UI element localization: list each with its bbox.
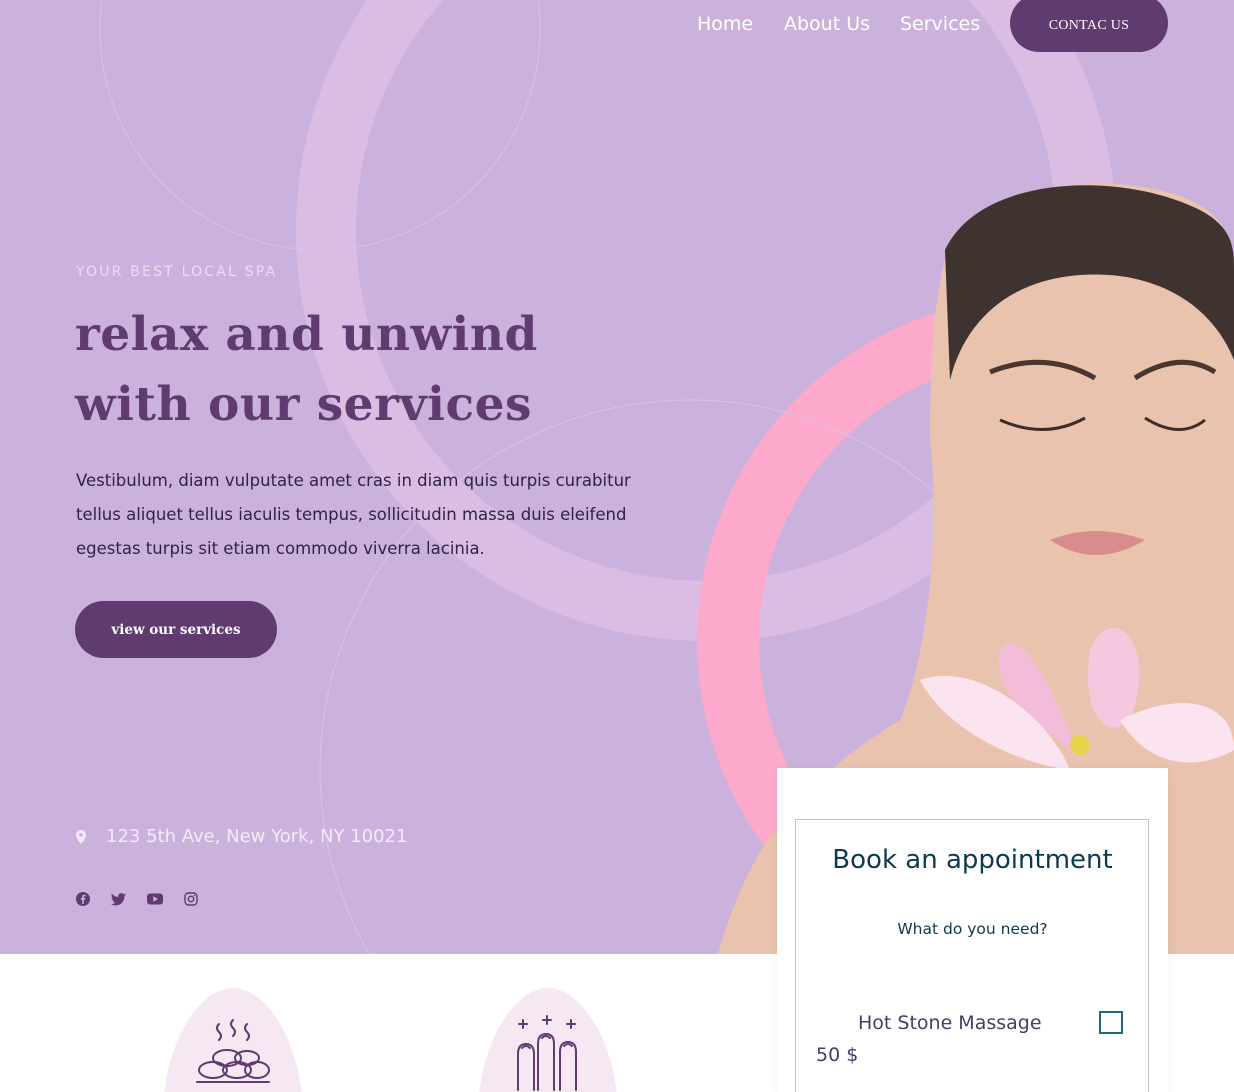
service-price: 50 $ bbox=[816, 1044, 859, 1066]
booking-subtitle: What do you need? bbox=[897, 920, 1048, 938]
manicure-icon bbox=[479, 988, 617, 1092]
instagram-icon[interactable] bbox=[183, 891, 199, 907]
service-checkbox[interactable] bbox=[1099, 1011, 1123, 1034]
address-row: 123 5th Ave, New York, NY 10021 bbox=[76, 826, 407, 847]
location-pin-icon bbox=[76, 829, 86, 844]
hero-headline: relax and unwind with our services bbox=[75, 300, 635, 440]
headline-line-1: relax and unwind bbox=[75, 307, 538, 362]
social-links bbox=[75, 891, 199, 907]
youtube-icon[interactable] bbox=[147, 891, 163, 907]
headline-line-2: with our services bbox=[75, 377, 532, 432]
feature-hot-stones bbox=[163, 986, 303, 1092]
twitter-icon[interactable] bbox=[111, 891, 127, 907]
nav-home-link[interactable]: Home bbox=[697, 13, 753, 35]
contact-us-button[interactable]: CONTAC US bbox=[1010, 0, 1168, 52]
view-services-button[interactable]: view our services bbox=[75, 601, 277, 658]
hero-description: Vestibulum, diam vulputate amet cras in … bbox=[76, 471, 631, 558]
top-navigation: Home About Us Services CONTAC US bbox=[0, 0, 1234, 60]
hot-stones-icon bbox=[164, 988, 302, 1092]
facebook-icon[interactable] bbox=[75, 891, 91, 907]
feature-manicure bbox=[478, 986, 618, 1092]
hero-eyebrow: YOUR BEST LOCAL SPA bbox=[76, 264, 278, 280]
service-name: Hot Stone Massage bbox=[858, 1012, 1042, 1034]
nav-about-link[interactable]: About Us bbox=[784, 13, 870, 35]
address-text: 123 5th Ave, New York, NY 10021 bbox=[106, 826, 408, 847]
booking-card: Book an appointment What do you need? Ho… bbox=[777, 768, 1168, 1092]
nav-services-link[interactable]: Services bbox=[900, 13, 980, 35]
booking-title: Book an appointment bbox=[832, 845, 1113, 875]
